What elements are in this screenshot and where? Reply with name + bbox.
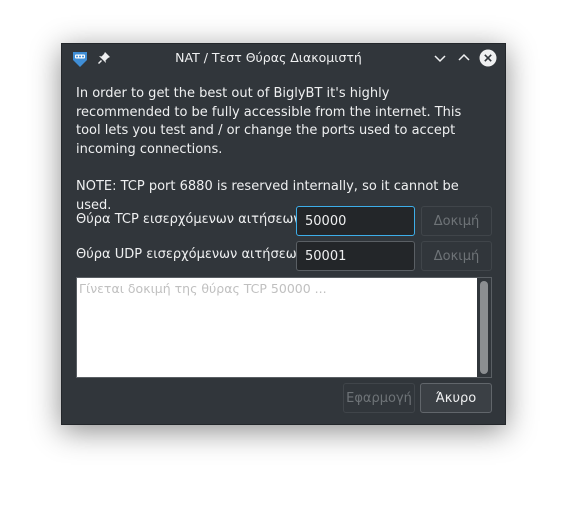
info-text: In order to get the best out of BiglyBT …: [76, 85, 486, 215]
close-icon[interactable]: [479, 49, 497, 67]
window-title: NAT / Τεστ Θύρας Διακομιστή: [175, 50, 362, 65]
nat-test-dialog: NAT / Τεστ Θύρας Διακομιστή In order to …: [61, 43, 506, 425]
cancel-button[interactable]: Άκυρο: [420, 383, 492, 413]
tcp-test-button[interactable]: Δοκιμή: [421, 206, 492, 236]
pin-icon[interactable]: [97, 51, 111, 65]
udp-port-input[interactable]: [296, 241, 415, 271]
test-log-text: Γίνεται δοκιμή της θύρας TCP 50000 ...: [79, 281, 327, 296]
tcp-port-row: Θύρα TCP εισερχόμενων αιτήσεων Δοκιμή: [76, 206, 492, 236]
biglybt-icon[interactable]: [70, 49, 90, 69]
udp-port-label: Θύρα UDP εισερχόμενων αιτήσεων: [76, 247, 304, 262]
chevron-down-icon[interactable]: [431, 49, 449, 67]
chevron-up-icon[interactable]: [455, 49, 473, 67]
description-text: In order to get the best out of BiglyBT …: [76, 86, 462, 157]
title-bar[interactable]: NAT / Τεστ Θύρας Διακομιστή: [62, 44, 505, 73]
log-scroll-thumb[interactable]: [480, 281, 488, 374]
log-scrollbar[interactable]: [477, 278, 491, 377]
tcp-port-input[interactable]: [296, 206, 415, 236]
udp-port-row: Θύρα UDP εισερχόμενων αιτήσεων Δοκιμή: [76, 241, 492, 271]
tcp-port-label: Θύρα TCP εισερχόμενων αιτήσεων: [76, 212, 301, 227]
test-log[interactable]: Γίνεται δοκιμή της θύρας TCP 50000 ...: [76, 277, 492, 378]
apply-button[interactable]: Εφαρμογή: [343, 383, 415, 413]
udp-test-button[interactable]: Δοκιμή: [421, 241, 492, 271]
